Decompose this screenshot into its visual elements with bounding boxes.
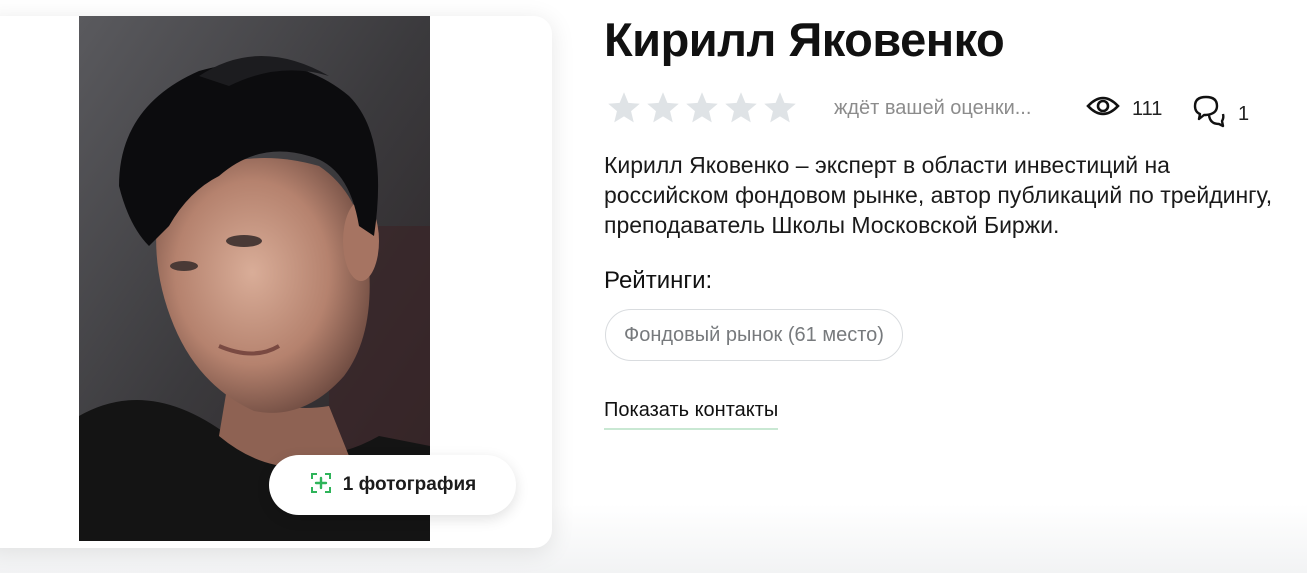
- views-count: 111: [1132, 97, 1163, 120]
- comments-counter[interactable]: 1: [1192, 94, 1249, 134]
- photo-count-label: 1 фотография: [342, 474, 477, 495]
- rating-hint: ждёт вашей оценки...: [834, 97, 1032, 119]
- add-photo-icon: [309, 471, 333, 500]
- ratings-title: Рейтинги:: [604, 267, 713, 294]
- comments-count: 1: [1238, 102, 1250, 125]
- star-icon[interactable]: [762, 90, 798, 126]
- eye-icon: [1086, 94, 1120, 124]
- star-icon[interactable]: [645, 90, 681, 126]
- star-icon[interactable]: [684, 90, 720, 126]
- profile-bio: Кирилл Яковенко – эксперт в области инве…: [604, 152, 1273, 238]
- show-contacts-link[interactable]: Показать контакты: [604, 399, 779, 430]
- chat-bubbles-icon: [1192, 94, 1226, 134]
- rating-chip-stock-market[interactable]: Фондовый рынок (61 место): [605, 309, 903, 361]
- views-counter: 111: [1086, 94, 1162, 124]
- photo-count-badge[interactable]: 1 фотография: [269, 455, 516, 515]
- star-icon[interactable]: [606, 90, 642, 126]
- star-icon[interactable]: [723, 90, 759, 126]
- profile-name: Кирилл Яковенко: [604, 13, 1005, 66]
- rating-stars[interactable]: [606, 90, 798, 126]
